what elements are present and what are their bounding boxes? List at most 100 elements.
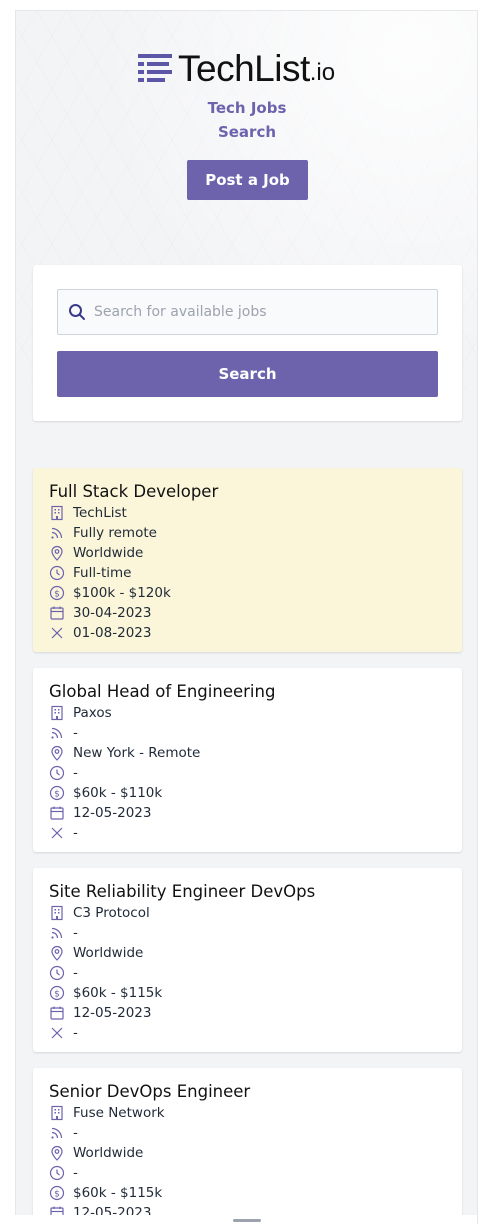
job-type-row: - [49,963,446,983]
job-title[interactable]: Full Stack Developer [49,481,446,503]
calendar-icon [49,605,65,621]
job-salary: $60k - $115k [73,985,163,1001]
clock-icon [49,1165,65,1181]
job-remote: - [73,925,78,941]
building-icon [49,905,65,921]
job-expiry-date: - [73,825,78,841]
job-type: - [73,965,78,981]
building-icon [49,1105,65,1121]
job-remote-row: - [49,923,446,943]
brand-name: TechList [178,48,310,89]
location-pin-icon [49,945,65,961]
dollar-icon: $ [49,585,65,601]
job-card[interactable]: Senior DevOps Engineer Fuse Network - World… [33,1068,462,1215]
job-title[interactable]: Site Reliability Engineer DevOps [49,881,446,903]
job-salary-row: $ $60k - $115k [49,1183,446,1203]
close-icon [49,825,65,841]
svg-text:$: $ [54,1189,60,1199]
job-company-row: TechList [49,503,446,523]
logo-mark-icon [138,54,172,82]
nav-search[interactable]: Search [16,123,478,141]
search-button[interactable]: Search [57,351,438,397]
job-salary-row: $ $60k - $110k [49,783,446,803]
job-posted-date-row: 12-05-2023 [49,1003,446,1023]
job-posted-date: 12-05-2023 [73,1205,152,1215]
job-remote-row: - [49,1123,446,1143]
job-location: New York - Remote [73,745,201,761]
job-title[interactable]: Senior DevOps Engineer [49,1081,446,1103]
job-posted-date: 12-05-2023 [73,1005,152,1021]
calendar-icon [49,1205,65,1215]
job-card[interactable]: Global Head of Engineering Paxos - New York… [33,668,462,852]
location-pin-icon [49,1145,65,1161]
svg-text:$: $ [54,789,60,799]
building-icon [49,505,65,521]
job-salary-row: $ $100k - $120k [49,583,446,603]
job-company-row: Fuse Network [49,1103,446,1123]
job-location: Worldwide [73,1145,144,1161]
job-remote: - [73,1125,78,1141]
post-job-button[interactable]: Post a Job [187,160,308,200]
job-location-row: New York - Remote [49,743,446,763]
job-type-row: Full-time [49,563,446,583]
job-salary: $60k - $110k [73,785,163,801]
job-location: Worldwide [73,945,144,961]
job-type: - [73,1165,78,1181]
job-posted-date: 12-05-2023 [73,805,152,821]
job-company: TechList [73,505,127,521]
job-type-row: - [49,763,446,783]
rss-icon [49,1125,65,1141]
location-pin-icon [49,745,65,761]
dollar-icon: $ [49,785,65,801]
job-expiry-date-row: 01-08-2023 [49,623,446,643]
rss-icon [49,525,65,541]
job-salary: $100k - $120k [73,585,171,601]
job-type: - [73,765,78,781]
job-salary-row: $ $60k - $115k [49,983,446,1003]
job-remote-row: - [49,723,446,743]
job-posted-date-row: 12-05-2023 [49,803,446,823]
job-company-row: C3 Protocol [49,903,446,923]
brand-suffix: .io [309,59,336,86]
logo[interactable]: TechList .io [138,49,335,89]
job-location: Worldwide [73,545,144,561]
job-remote-row: Fully remote [49,523,446,543]
calendar-icon [49,1005,65,1021]
job-remote: - [73,725,78,741]
rss-icon [49,925,65,941]
dollar-icon: $ [49,985,65,1001]
job-company: C3 Protocol [73,905,150,921]
job-expiry-date: - [73,1025,78,1041]
job-posted-date: 30-04-2023 [73,605,152,621]
page-viewport: TechList .io Tech Jobs Search Post a Job … [15,10,478,1215]
location-pin-icon [49,545,65,561]
search-input[interactable]: Search for available jobs [57,289,438,335]
job-company-row: Paxos [49,703,446,723]
scrollbar[interactable] [477,10,484,1224]
nav-tech-jobs[interactable]: Tech Jobs [16,99,478,117]
job-location-row: Worldwide [49,1143,446,1163]
dollar-icon: $ [49,1185,65,1201]
search-placeholder: Search for available jobs [94,304,267,320]
job-card[interactable]: Site Reliability Engineer DevOps C3 Proto… [33,868,462,1052]
job-posted-date-row: 30-04-2023 [49,603,446,623]
job-location-row: Worldwide [49,943,446,963]
job-expiry-date: 01-08-2023 [73,625,152,641]
job-type-row: - [49,1163,446,1183]
job-title[interactable]: Global Head of Engineering [49,681,446,703]
scrollbar-thumb[interactable] [233,1219,261,1222]
job-company: Paxos [73,705,112,721]
close-icon [49,625,65,641]
job-expiry-date-row: - [49,1023,446,1043]
job-card-featured[interactable]: Full Stack Developer TechList Fully remote… [33,468,462,652]
svg-text:$: $ [54,589,60,599]
job-location-row: Worldwide [49,543,446,563]
job-expiry-date-row: - [49,823,446,843]
job-salary: $60k - $115k [73,1185,163,1201]
search-icon [69,304,85,320]
calendar-icon [49,805,65,821]
clock-icon [49,765,65,781]
svg-text:$: $ [54,989,60,999]
job-posted-date-row: 12-05-2023 [49,1203,446,1215]
job-remote: Fully remote [73,525,157,541]
